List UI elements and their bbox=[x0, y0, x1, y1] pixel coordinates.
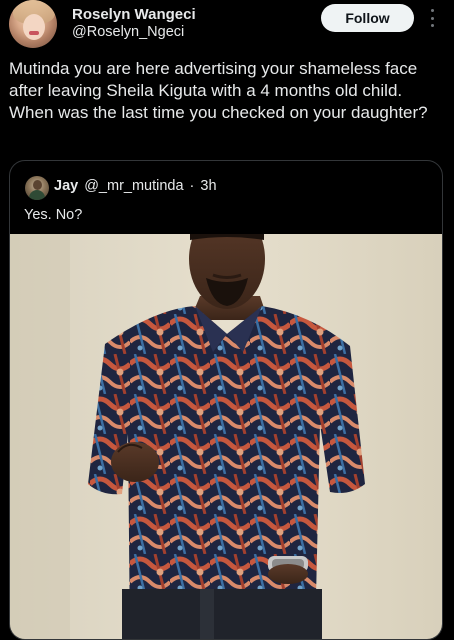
quote-timestamp[interactable]: 3h bbox=[200, 178, 216, 194]
quote-photo[interactable] bbox=[10, 234, 442, 639]
quote-meta: Jay @_mr_mutinda · 3h bbox=[54, 178, 217, 194]
more-vertical-icon[interactable] bbox=[427, 8, 437, 28]
author-name[interactable]: Roselyn Wangeci bbox=[72, 6, 196, 23]
author-avatar[interactable] bbox=[9, 0, 57, 48]
quote-avatar-body bbox=[29, 190, 45, 200]
quote-author-handle[interactable]: @_mr_mutinda bbox=[84, 178, 183, 194]
follow-button[interactable]: Follow bbox=[321, 4, 414, 32]
more-dot bbox=[430, 24, 434, 27]
quote-author-avatar[interactable] bbox=[25, 176, 49, 200]
more-dot bbox=[430, 16, 434, 20]
quote-avatar-head bbox=[33, 180, 42, 190]
quote-text: Yes. No? bbox=[24, 207, 83, 223]
post-text: Mutinda you are here advertising your sh… bbox=[9, 59, 428, 122]
quote-author-name[interactable]: Jay bbox=[54, 178, 78, 194]
man-portrait-image bbox=[10, 234, 442, 639]
quote-separator: · bbox=[189, 178, 195, 194]
quoted-tweet[interactable]: Jay @_mr_mutinda · 3h Yes. No? bbox=[9, 160, 443, 640]
more-dot bbox=[430, 9, 434, 12]
author-handle[interactable]: @Roselyn_Ngeci bbox=[72, 24, 184, 40]
tweet: Roselyn Wangeci @Roselyn_Ngeci Follow Mu… bbox=[0, 0, 454, 640]
avatar-face bbox=[23, 14, 45, 40]
avatar-lips bbox=[29, 31, 39, 35]
